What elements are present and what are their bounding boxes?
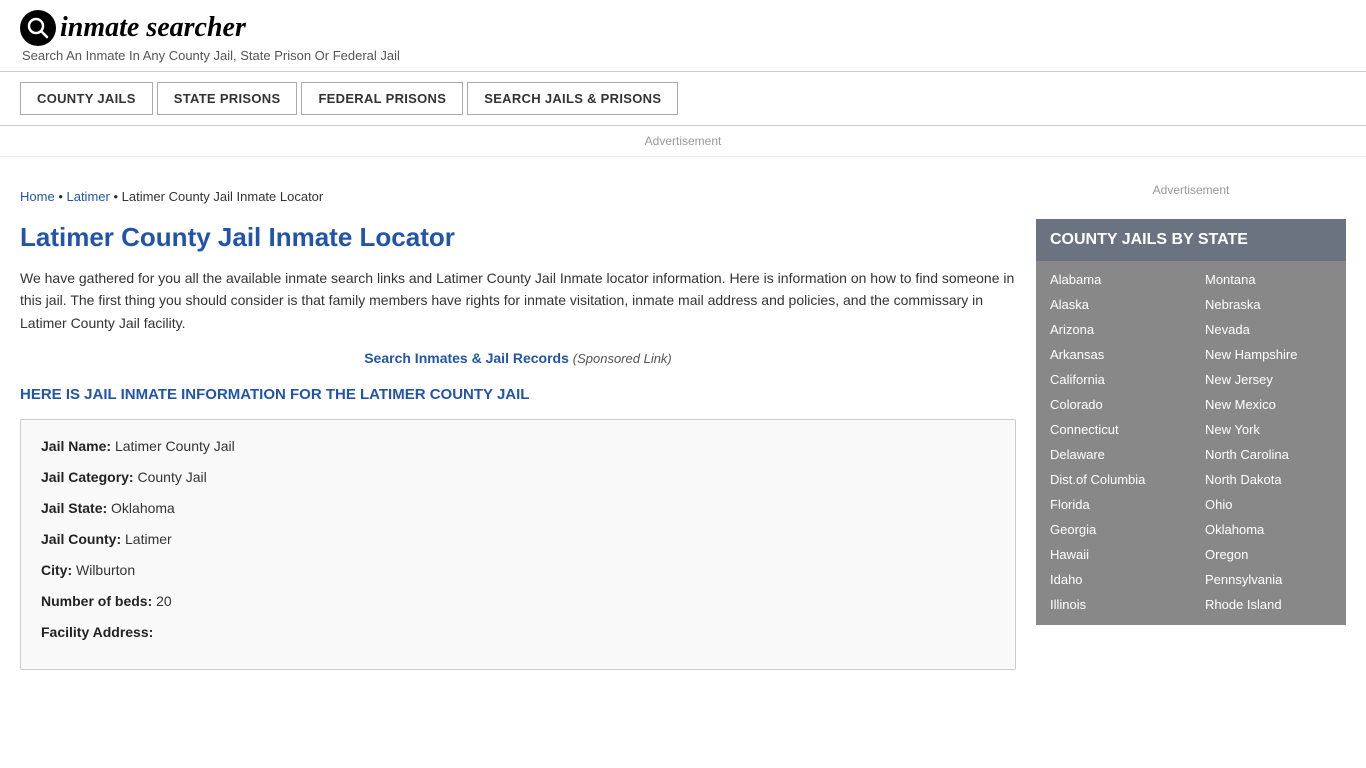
state-box-title: COUNTY JAILS BY STATE xyxy=(1050,231,1332,249)
state-link[interactable]: Alabama xyxy=(1036,267,1191,292)
jail-beds-label: Number of beds: xyxy=(41,593,156,609)
state-link[interactable]: Connecticut xyxy=(1036,417,1191,442)
state-link[interactable]: Montana xyxy=(1191,267,1346,292)
state-box-header: COUNTY JAILS BY STATE xyxy=(1036,219,1346,261)
jail-address-label: Facility Address: xyxy=(41,624,153,640)
logo-text: inmate searcher xyxy=(60,12,246,44)
state-link[interactable]: Nebraska xyxy=(1191,292,1346,317)
state-link[interactable]: California xyxy=(1036,367,1191,392)
state-link[interactable]: Delaware xyxy=(1036,442,1191,467)
jail-state-label: Jail State: xyxy=(41,500,111,516)
jail-city-label: City: xyxy=(41,562,76,578)
state-link[interactable]: North Dakota xyxy=(1191,467,1346,492)
jail-city-value: Wilburton xyxy=(76,562,135,578)
nav-search-jails-prisons[interactable]: SEARCH JAILS & PRISONS xyxy=(467,82,678,115)
state-link[interactable]: Georgia xyxy=(1036,517,1191,542)
jail-county-row: Jail County: Latimer xyxy=(41,529,995,550)
nav-state-prisons[interactable]: STATE PRISONS xyxy=(157,82,298,115)
state-link[interactable]: North Carolina xyxy=(1191,442,1346,467)
page-title: Latimer County Jail Inmate Locator xyxy=(20,222,1016,253)
nav-federal-prisons[interactable]: FEDERAL PRISONS xyxy=(301,82,463,115)
jail-category-row: Jail Category: County Jail xyxy=(41,467,995,488)
state-link[interactable]: New Jersey xyxy=(1191,367,1346,392)
main-layout: Home • Latimer • Latimer County Jail Inm… xyxy=(0,165,1366,670)
state-link[interactable]: Oklahoma xyxy=(1191,517,1346,542)
info-box: Jail Name: Latimer County Jail Jail Cate… xyxy=(20,419,1016,670)
jail-category-label: Jail Category: xyxy=(41,469,137,485)
state-link[interactable]: Idaho xyxy=(1036,567,1191,592)
jail-city-row: City: Wilburton xyxy=(41,560,995,581)
breadcrumb-current: Latimer County Jail Inmate Locator xyxy=(122,189,324,204)
content-area: Home • Latimer • Latimer County Jail Inm… xyxy=(20,165,1016,670)
ad-banner-top: Advertisement xyxy=(0,126,1366,157)
state-grid: AlabamaAlaskaArizonaArkansasCaliforniaCo… xyxy=(1036,261,1346,625)
state-link[interactable]: Arkansas xyxy=(1036,342,1191,367)
jail-beds-row: Number of beds: 20 xyxy=(41,591,995,612)
jail-category-value: County Jail xyxy=(137,469,206,485)
state-link[interactable]: Rhode Island xyxy=(1191,592,1346,617)
state-link[interactable]: Oregon xyxy=(1191,542,1346,567)
states-col-right: MontanaNebraskaNevadaNew HampshireNew Je… xyxy=(1191,267,1346,617)
sidebar-ad: Advertisement xyxy=(1036,175,1346,205)
jail-name-label: Jail Name: xyxy=(41,438,115,454)
jail-name-row: Jail Name: Latimer County Jail xyxy=(41,436,995,457)
search-link-area: Search Inmates & Jail Records (Sponsored… xyxy=(20,350,1016,366)
state-link[interactable]: New Hampshire xyxy=(1191,342,1346,367)
navigation: COUNTY JAILS STATE PRISONS FEDERAL PRISO… xyxy=(0,72,1366,126)
state-link[interactable]: Ohio xyxy=(1191,492,1346,517)
logo-brand: inmate searcher xyxy=(60,12,246,43)
jail-info-header: HERE IS JAIL INMATE INFORMATION FOR THE … xyxy=(20,386,1016,403)
state-link[interactable]: Hawaii xyxy=(1036,542,1191,567)
state-link[interactable]: Arizona xyxy=(1036,317,1191,342)
breadcrumb-parent[interactable]: Latimer xyxy=(66,189,109,204)
sponsored-label: (Sponsored Link) xyxy=(573,351,672,366)
logo-icon xyxy=(20,10,56,46)
search-inmates-link[interactable]: Search Inmates & Jail Records xyxy=(364,350,569,366)
breadcrumb: Home • Latimer • Latimer County Jail Inm… xyxy=(20,175,1016,214)
state-link[interactable]: Colorado xyxy=(1036,392,1191,417)
state-link[interactable]: Pennsylvania xyxy=(1191,567,1346,592)
jail-name-value: Latimer County Jail xyxy=(115,438,235,454)
header: inmate searcher Search An Inmate In Any … xyxy=(0,0,1366,72)
logo-area: inmate searcher xyxy=(20,10,1346,46)
breadcrumb-sep2: • xyxy=(113,189,121,204)
state-link[interactable]: Illinois xyxy=(1036,592,1191,617)
state-box: COUNTY JAILS BY STATE AlabamaAlaskaArizo… xyxy=(1036,219,1346,625)
nav-county-jails[interactable]: COUNTY JAILS xyxy=(20,82,153,115)
state-link[interactable]: New Mexico xyxy=(1191,392,1346,417)
jail-county-label: Jail County: xyxy=(41,531,125,547)
jail-beds-value: 20 xyxy=(156,593,172,609)
breadcrumb-home[interactable]: Home xyxy=(20,189,55,204)
state-link[interactable]: Nevada xyxy=(1191,317,1346,342)
state-link[interactable]: Alaska xyxy=(1036,292,1191,317)
description: We have gathered for you all the availab… xyxy=(20,267,1016,334)
state-link[interactable]: Dist.of Columbia xyxy=(1036,467,1191,492)
jail-address-row: Facility Address: xyxy=(41,622,995,643)
state-link[interactable]: New York xyxy=(1191,417,1346,442)
jail-county-value: Latimer xyxy=(125,531,172,547)
jail-state-row: Jail State: Oklahoma xyxy=(41,498,995,519)
tagline: Search An Inmate In Any County Jail, Sta… xyxy=(22,48,1346,63)
state-link[interactable]: Florida xyxy=(1036,492,1191,517)
states-col-left: AlabamaAlaskaArizonaArkansasCaliforniaCo… xyxy=(1036,267,1191,617)
jail-state-value: Oklahoma xyxy=(111,500,175,516)
sidebar: Advertisement COUNTY JAILS BY STATE Alab… xyxy=(1036,165,1346,670)
